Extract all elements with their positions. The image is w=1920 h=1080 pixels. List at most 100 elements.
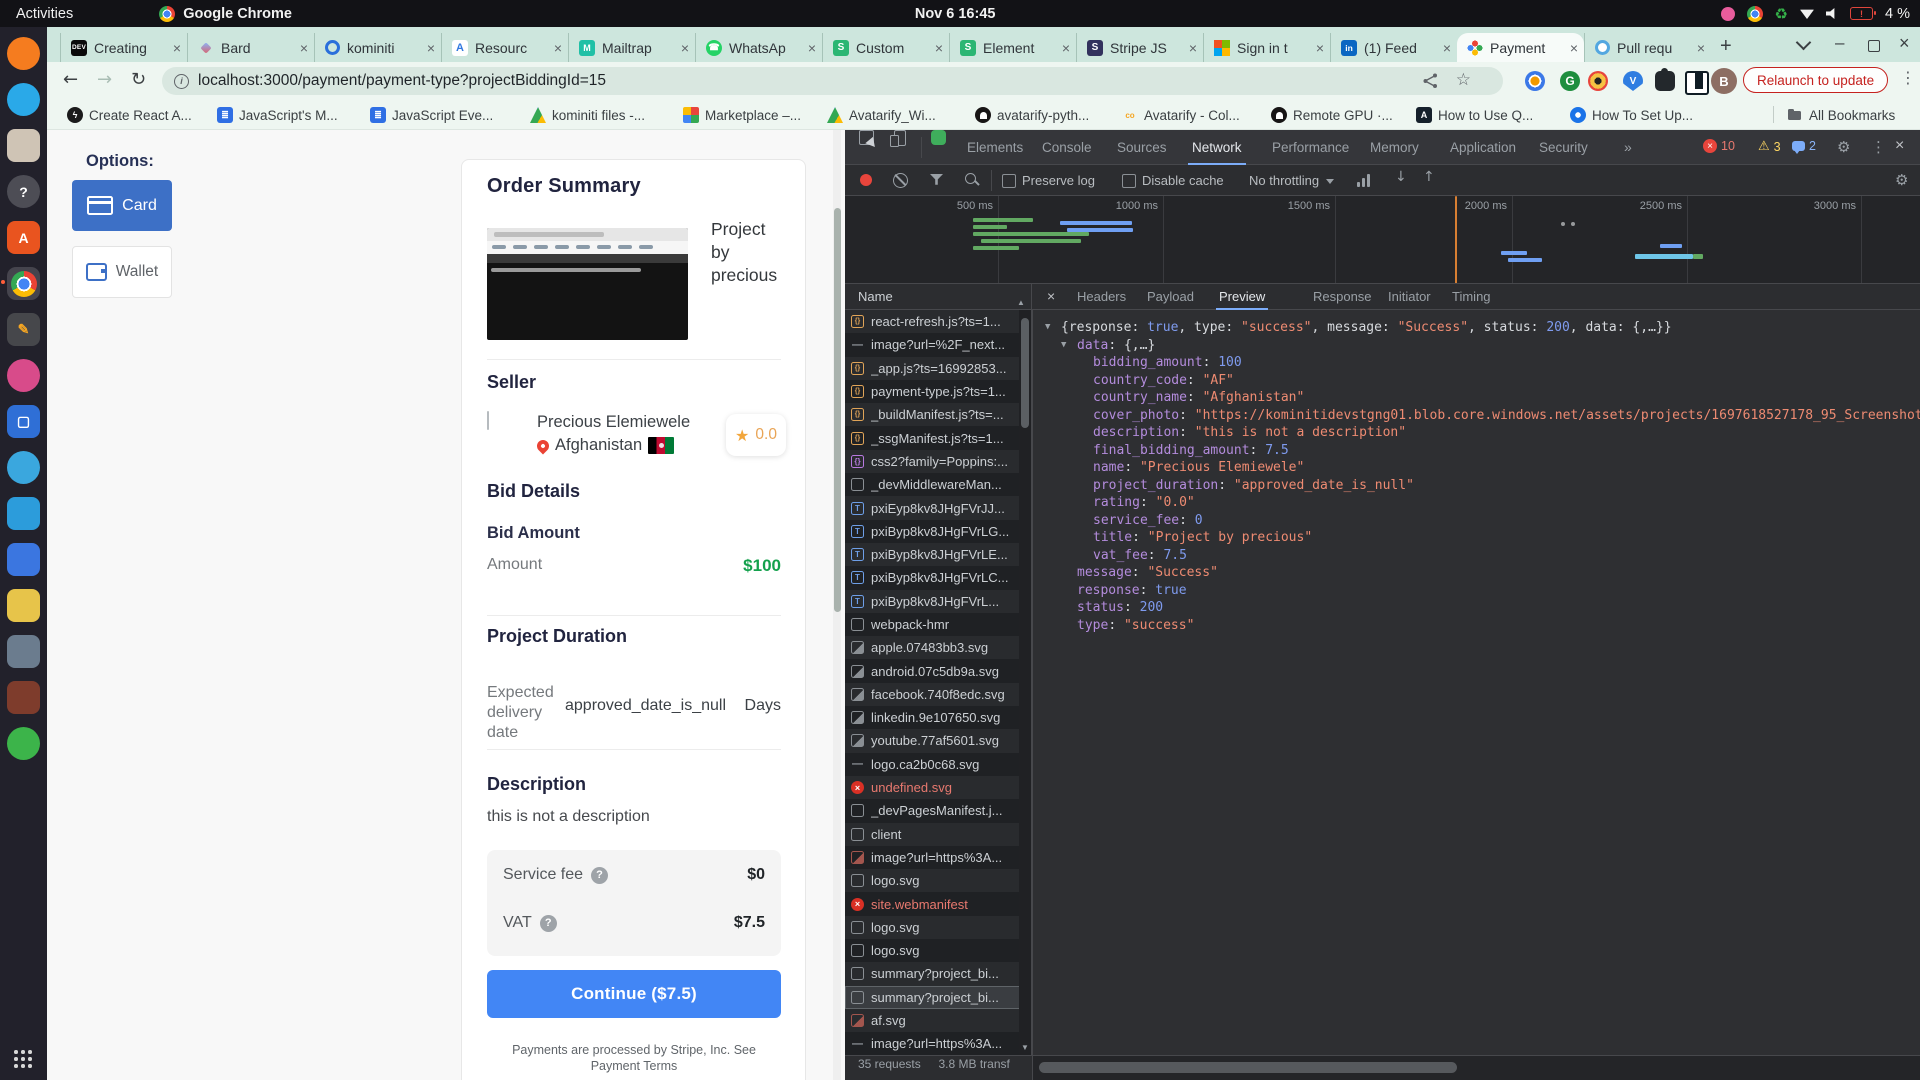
relaunch-to-update-button[interactable]: Relaunch to update [1743,67,1888,93]
preview-line[interactable]: ▼data: {,…} [1033,337,1920,355]
more-panels-icon[interactable]: » [1624,130,1632,165]
extension-icon[interactable] [1525,71,1545,91]
request-row-undefined-svg[interactable]: ×undefined.svg [845,776,1032,799]
request-row-pxieyp8kv8jhgfvrjj[interactable]: TpxiEyp8kv8JHgFVrJJ... [845,496,1032,519]
dock-app-documents[interactable] [7,589,40,622]
request-row-facebook-740f8edc-svg[interactable]: facebook.740f8edc.svg [845,683,1032,706]
tab-mailtrap[interactable]: MMailtrap× [568,33,695,62]
expand-arrow-icon[interactable]: ▼ [1045,319,1050,337]
preview-line[interactable]: response: true [1033,582,1920,600]
dock-app-editor[interactable]: ✎ [7,313,40,346]
request-row-react-refresh-js-ts-1[interactable]: {}react-refresh.js?ts=1... [845,310,1032,333]
reload-button[interactable]: ↻ [131,69,146,90]
all-bookmarks-button[interactable]: All Bookmarks [1787,104,1895,126]
network-settings-gear-icon[interactable]: ⚙ [1895,171,1908,189]
site-info-icon[interactable]: i [174,74,189,89]
focused-app-name[interactable]: Google Chrome [159,6,292,22]
footer-line-2-payment-terms-link[interactable]: Payment Terms [487,1058,781,1074]
back-button[interactable]: ← [63,69,78,90]
dock-app-remote-desktop[interactable]: ▢ [7,405,40,438]
minimize-button[interactable]: – [1835,33,1844,53]
bookmark-how-to-set-up[interactable]: How To Set Up... [1570,104,1693,126]
dock-app-files[interactable] [7,129,40,162]
clear-network-log-icon[interactable] [893,173,908,188]
bookmark-star-icon[interactable]: ☆ [1456,70,1471,90]
preview-line[interactable]: bidding_amount: 100 [1033,354,1920,372]
tab-close-icon[interactable]: × [1062,40,1070,56]
tab-resourc[interactable]: AResourc× [441,33,568,62]
extension-shield-icon[interactable]: V [1623,71,1643,91]
system-tray[interactable]: ♻ ! 4 % [1721,0,1910,27]
request-row-image-url-https-3a[interactable]: image?url=https%3A... [845,846,1032,869]
preview-line[interactable]: ▼{response: true, type: "success", messa… [1033,319,1920,337]
preview-line[interactable]: status: 200 [1033,599,1920,617]
request-row-apple-07483bb3-svg[interactable]: apple.07483bb3.svg [845,636,1032,659]
volume-icon[interactable] [1826,8,1838,19]
request-row-pxibyp8kv8jhgfvrlg[interactable]: TpxiByp8kv8JHgFVrLG... [845,520,1032,543]
expand-arrow-icon[interactable]: ▼ [1061,337,1066,355]
devtools-tab-elements[interactable]: Elements [967,130,1023,165]
request-row-android-07c5db9a-svg[interactable]: android.07c5db9a.svg [845,659,1032,682]
tab-creating[interactable]: DEVCreating× [60,33,187,62]
dock-app-paint[interactable] [7,451,40,484]
bookmark-avatarify-pyth[interactable]: avatarify-pyth... [975,104,1089,126]
request-row-webpack-hmr[interactable]: webpack-hmr [845,613,1032,636]
preview-line[interactable]: project_duration: "approved_date_is_null… [1033,477,1920,495]
help-icon[interactable]: ? [591,867,608,884]
request-row-pxibyp8kv8jhgfvrl[interactable]: TpxiByp8kv8JHgFVrL... [845,590,1032,613]
request-row-site-webmanifest[interactable]: ×site.webmanifest [845,892,1032,915]
preview-line[interactable]: name: "Precious Elemiewele" [1033,459,1920,477]
tab-close-icon[interactable]: × [935,40,943,56]
preview-line[interactable]: type: "success" [1033,617,1920,635]
clock[interactable]: Nov 6 16:45 [915,6,996,22]
request-row-pxibyp8kv8jhgfvrlc[interactable]: TpxiByp8kv8JHgFVrLC... [845,566,1032,589]
request-table-header[interactable]: Name ▲ [845,284,1032,310]
bookmark-remote-gpu[interactable]: Remote GPU ·... [1271,104,1393,126]
request-row-logo-svg[interactable]: logo.svg [845,939,1032,962]
preview-line[interactable]: vat_fee: 7.5 [1033,547,1920,565]
profile-avatar[interactable]: B [1711,68,1737,94]
bookmark-how-to-use-q[interactable]: AHow to Use Q... [1416,104,1533,126]
new-tab-button[interactable]: + [1720,35,1732,58]
request-row-summary-project-bi[interactable]: summary?project_bi... [845,962,1032,985]
request-row-css2-family-poppins[interactable]: {}css2?family=Poppins:... [845,450,1032,473]
warning-count-badge[interactable]: ⚠3 [1758,139,1781,154]
show-applications-icon[interactable] [14,1050,32,1068]
chrome-tray-icon[interactable] [1747,6,1763,22]
tab-whatsap[interactable]: ☎WhatsAp× [695,33,822,62]
detail-tab-timing[interactable]: Timing [1452,284,1491,310]
tab-close-icon[interactable]: × [1316,40,1324,56]
tab-stripe-js[interactable]: SStripe JS× [1076,33,1203,62]
tab-custom[interactable]: SCustom× [822,33,949,62]
throttling-dropdown[interactable]: No throttling [1249,165,1334,196]
extension-g-icon[interactable]: G [1560,71,1580,91]
tab-close-icon[interactable]: × [681,40,689,56]
detail-tab-preview[interactable]: Preview [1219,284,1265,310]
scrollbar-thumb[interactable] [1021,318,1029,428]
devtools-tab-performance[interactable]: Performance [1272,130,1349,165]
preview-line[interactable]: rating: "0.0" [1033,494,1920,512]
devtools-tab-network[interactable]: Network [1192,130,1242,165]
disable-cache-checkbox[interactable] [1122,174,1136,188]
wallet-payment-button[interactable]: Wallet [72,246,172,298]
preview-line[interactable]: final_bidding_amount: 7.5 [1033,442,1920,460]
record-network-log-icon[interactable] [860,174,872,186]
request-row-app-js-ts-16992853[interactable]: {}_app.js?ts=16992853... [845,357,1032,380]
bookmark-javascript-s-m[interactable]: ≣JavaScript's M... [217,104,338,126]
bookmark-javascript-eve[interactable]: ≣JavaScript Eve... [370,104,493,126]
preview-line[interactable]: country_code: "AF" [1033,372,1920,390]
request-row-payment-type-js-ts-1[interactable]: {}payment-type.js?ts=1... [845,380,1032,403]
devtools-close-icon[interactable]: × [1895,137,1904,155]
request-row-ssgmanifest-js-ts-1[interactable]: {}_ssgManifest.js?ts=1... [845,426,1032,449]
filter-icon[interactable] [930,174,943,186]
preview-line[interactable]: service_fee: 0 [1033,512,1920,530]
url-text[interactable]: localhost:3000/payment/payment-type?proj… [198,72,606,90]
detail-tab-headers[interactable]: Headers [1077,284,1126,310]
browser-menu-icon[interactable]: ⋮ [1900,68,1916,87]
dock-app-package[interactable] [7,681,40,714]
dock-app-terminal[interactable] [7,727,40,760]
help-icon[interactable]: ? [540,915,557,932]
share-icon[interactable] [1422,72,1439,89]
preview-line[interactable]: country_name: "Afghanistan" [1033,389,1920,407]
tab-close-icon[interactable]: × [554,40,562,56]
